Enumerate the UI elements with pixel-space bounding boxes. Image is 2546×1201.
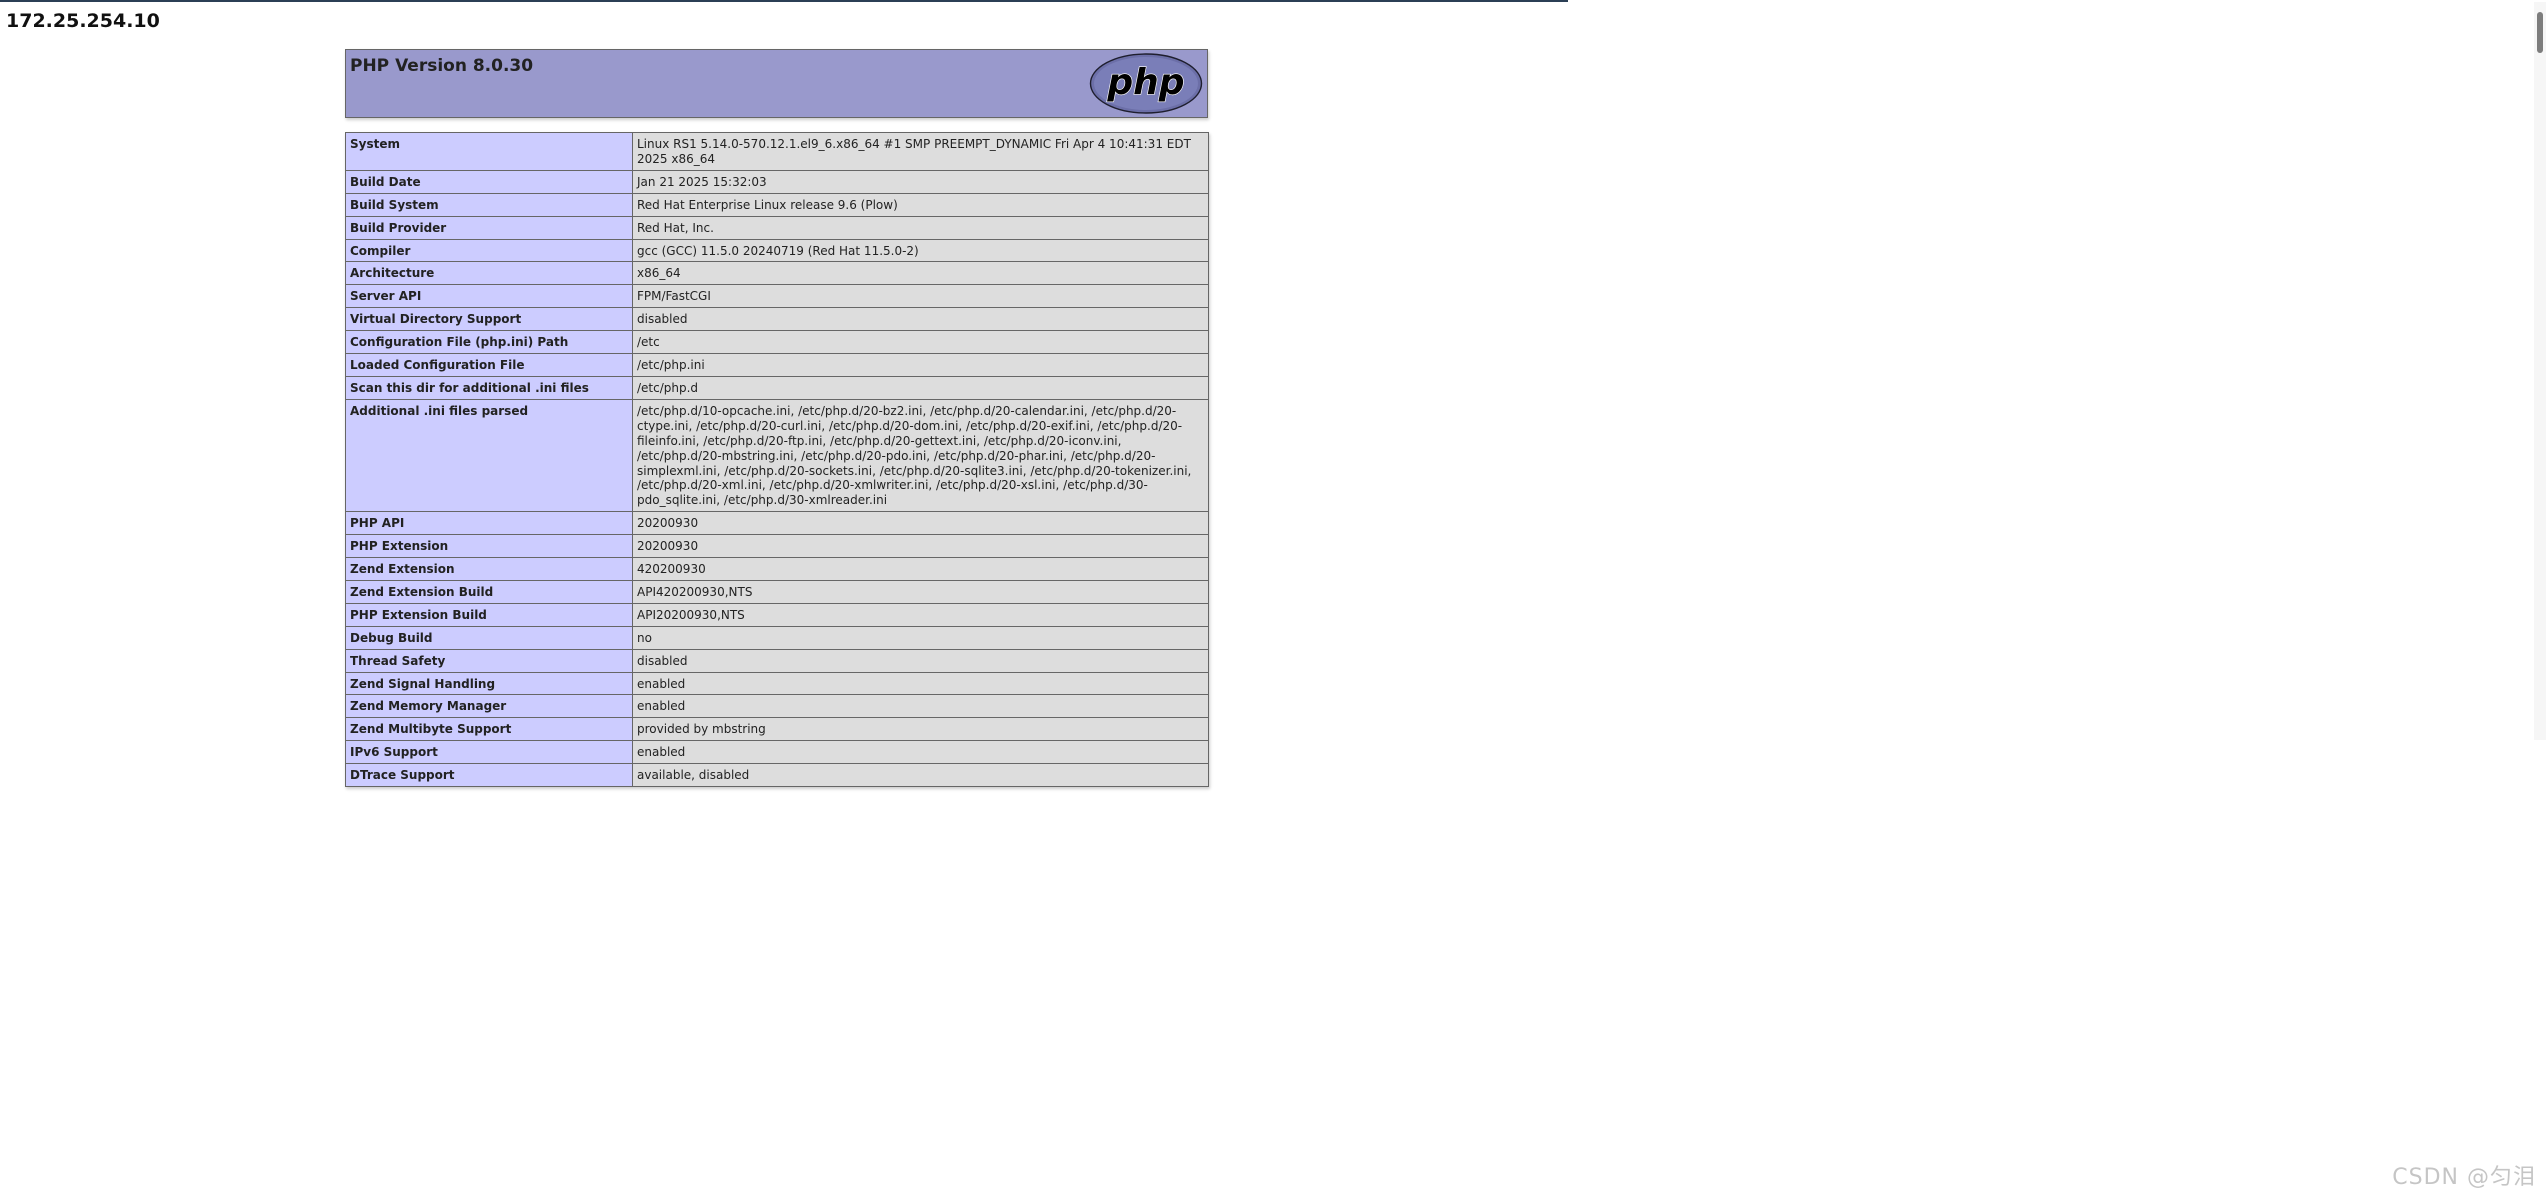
info-key: Scan this dir for additional .ini files <box>345 375 633 400</box>
info-row: Debug Build no <box>345 625 1209 650</box>
info-key: Thread Safety <box>345 648 633 673</box>
info-value: disabled <box>632 648 1209 673</box>
info-value: enabled <box>632 694 1209 719</box>
info-key: PHP API <box>345 511 633 536</box>
info-row: Compiler gcc (GCC) 11.5.0 20240719 (Red H… <box>345 238 1209 263</box>
info-key: Configuration File (php.ini) Path <box>345 330 633 355</box>
info-key: Zend Extension Build <box>345 579 633 604</box>
info-key: Build System <box>345 192 633 217</box>
info-value: 20200930 <box>632 534 1209 559</box>
info-key: Architecture <box>345 261 633 286</box>
info-value: enabled <box>632 671 1209 696</box>
info-row: Build Date Jan 21 2025 15:32:03 <box>345 169 1209 194</box>
info-row: PHP Extension 20200930 <box>345 534 1209 559</box>
info-value: /etc <box>632 330 1209 355</box>
info-key: System <box>345 132 633 171</box>
info-row: IPv6 Support enabled <box>345 740 1209 765</box>
info-value: FPM/FastCGI <box>632 284 1209 309</box>
info-value: Red Hat, Inc. <box>632 215 1209 240</box>
info-value: no <box>632 625 1209 650</box>
info-key: Build Provider <box>345 215 633 240</box>
page-host-title: 172.25.254.10 <box>6 10 160 32</box>
info-key: IPv6 Support <box>345 740 633 765</box>
info-row: Virtual Directory Support disabled <box>345 307 1209 332</box>
info-row: Architecture x86_64 <box>345 261 1209 286</box>
info-value: x86_64 <box>632 261 1209 286</box>
info-value: disabled <box>632 307 1209 332</box>
info-value: Jan 21 2025 15:32:03 <box>632 169 1209 194</box>
info-key: Debug Build <box>345 625 633 650</box>
info-value: API420200930,NTS <box>632 579 1209 604</box>
info-row: Loaded Configuration File/etc/php.ini <box>345 353 1209 377</box>
info-row: Zend Extension Build API420200930,NTS <box>345 579 1209 604</box>
info-row: Zend Memory Manager enabled <box>345 694 1209 719</box>
info-value: 420200930 <box>632 557 1209 581</box>
info-value: provided by mbstring <box>632 717 1209 742</box>
info-value: gcc (GCC) 11.5.0 20240719 (Red Hat 11.5.… <box>632 238 1209 263</box>
info-row: DTrace Support available, disabled <box>345 763 1209 788</box>
php-version-title: PHP Version 8.0.30 <box>350 56 534 76</box>
info-value: Linux RS1 5.14.0-570.12.1.el9_6.x86_64 #… <box>632 132 1209 171</box>
info-row: Additional .ini files parsed/etc/php.d/1… <box>345 398 1209 513</box>
info-key: Zend Signal Handling <box>345 671 633 696</box>
info-value: enabled <box>632 740 1209 765</box>
info-key: Virtual Directory Support <box>345 307 633 332</box>
info-key: PHP Extension Build <box>345 602 633 627</box>
info-key: Zend Multibyte Support <box>345 717 633 742</box>
info-value: available, disabled <box>632 763 1209 788</box>
csdn-watermark: CSDN @匀泪 <box>2392 1165 2536 1190</box>
php-logo-icon[interactable]: php <box>1089 53 1203 114</box>
info-row: Build Provider Red Hat, Inc. <box>345 215 1209 240</box>
info-key: Additional .ini files parsed <box>345 398 633 513</box>
info-key: Loaded Configuration File <box>345 353 633 377</box>
phpinfo-container: PHP Version 8.0.30 php System Linux RS1 5… <box>345 49 1209 788</box>
info-row: PHP API 20200930 <box>345 511 1209 536</box>
info-row: Zend Extension 420200930 <box>345 557 1209 581</box>
info-row: Server API FPM/FastCGI <box>345 284 1209 309</box>
info-row: System Linux RS1 5.14.0-570.12.1.el9_6.x8… <box>345 132 1209 171</box>
php-logo-text: php <box>1106 62 1184 103</box>
info-row: Build System Red Hat Enterprise Linux rel… <box>345 192 1209 217</box>
scrollbar-thumb[interactable] <box>2537 12 2543 53</box>
info-key: Zend Memory Manager <box>345 694 633 719</box>
php-version-header: PHP Version 8.0.30 php <box>345 49 1208 118</box>
info-value: 20200930 <box>632 511 1209 536</box>
scrollbar-track[interactable] <box>2534 2 2546 740</box>
info-value: Red Hat Enterprise Linux release 9.6 (Pl… <box>632 192 1209 217</box>
info-row: Zend Multibyte Support provided by mbstri… <box>345 717 1209 742</box>
info-key: DTrace Support <box>345 763 633 788</box>
info-row: PHP Extension Build API20200930,NTS <box>345 602 1209 627</box>
info-key: PHP Extension <box>345 534 633 559</box>
info-value: /etc/php.d/10-opcache.ini, /etc/php.d/20… <box>632 398 1209 513</box>
info-row: Configuration File (php.ini) Path/etc <box>345 330 1209 355</box>
window-top-border <box>0 0 1568 2</box>
info-value: API20200930,NTS <box>632 602 1209 627</box>
info-row: Scan this dir for additional .ini files /… <box>345 375 1209 400</box>
info-row: Zend Signal Handling enabled <box>345 671 1209 696</box>
info-key: Build Date <box>345 169 633 194</box>
info-row: Thread Safety disabled <box>345 648 1209 673</box>
info-key: Server API <box>345 284 633 309</box>
php-info-table: System Linux RS1 5.14.0-570.12.1.el9_6.x8… <box>345 132 1209 788</box>
info-value: /etc/php.d <box>632 375 1209 400</box>
info-value: /etc/php.ini <box>632 353 1209 377</box>
info-key: Zend Extension <box>345 557 633 581</box>
info-key: Compiler <box>345 238 633 263</box>
